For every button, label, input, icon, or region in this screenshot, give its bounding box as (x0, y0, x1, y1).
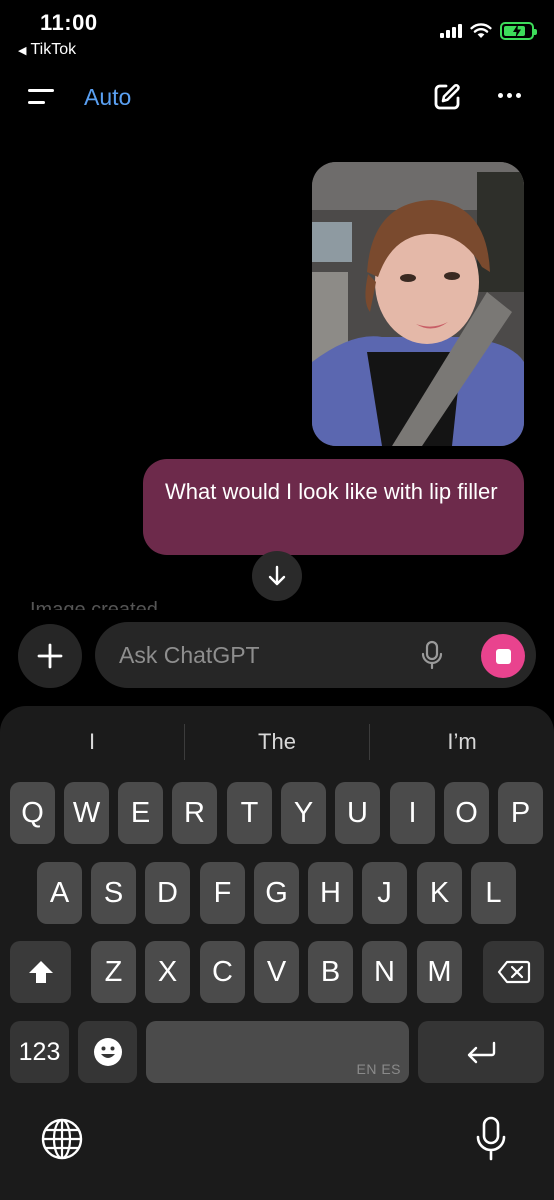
back-triangle-icon: ◀ (18, 44, 27, 57)
emoji-icon (93, 1038, 122, 1066)
key-f[interactable]: F (200, 862, 245, 924)
wifi-icon (470, 23, 492, 38)
attach-button[interactable] (18, 624, 82, 688)
shift-arrow-icon (28, 961, 53, 983)
key-k[interactable]: K (417, 862, 462, 924)
plus-icon (37, 643, 63, 669)
status-time: 11:00 (40, 10, 98, 35)
shift-key[interactable] (10, 941, 71, 1003)
key-i[interactable]: I (390, 782, 435, 844)
key-q[interactable]: Q (10, 782, 55, 844)
voice-input-icon[interactable] (421, 640, 443, 670)
key-m[interactable]: M (417, 941, 462, 1003)
new-chat-icon[interactable] (432, 82, 462, 112)
suggestion-item[interactable]: I (0, 722, 184, 762)
return-key[interactable] (418, 1021, 544, 1083)
emoji-key[interactable] (78, 1021, 137, 1083)
assistant-status-text: Image created (30, 599, 158, 610)
more-options-icon[interactable] (498, 93, 521, 98)
stop-generating-button[interactable] (481, 634, 525, 678)
key-u[interactable]: U (335, 782, 380, 844)
key-t[interactable]: T (227, 782, 272, 844)
message-input[interactable]: Ask ChatGPT (95, 622, 536, 688)
suggestion-item[interactable]: The (185, 722, 369, 762)
key-n[interactable]: N (362, 941, 407, 1003)
predictive-suggestions: I The I’m (0, 722, 554, 762)
key-b[interactable]: B (308, 941, 353, 1003)
key-r[interactable]: R (172, 782, 217, 844)
model-selector[interactable]: Auto (84, 84, 131, 111)
backspace-key[interactable] (483, 941, 544, 1003)
back-to-app-link[interactable]: ◀ TikTok (18, 41, 76, 59)
suggestion-item[interactable]: I’m (370, 722, 554, 762)
globe-icon[interactable] (41, 1118, 83, 1160)
scroll-to-bottom-button[interactable] (252, 551, 302, 601)
back-app-label: TikTok (30, 41, 77, 58)
cellular-signal-icon (440, 24, 462, 38)
key-y[interactable]: Y (281, 782, 326, 844)
message-input-placeholder: Ask ChatGPT (119, 642, 260, 668)
key-d[interactable]: D (145, 862, 190, 924)
key-x[interactable]: X (145, 941, 190, 1003)
key-g[interactable]: G (254, 862, 299, 924)
key-s[interactable]: S (91, 862, 136, 924)
space-language-label: EN ES (356, 1061, 401, 1077)
key-w[interactable]: W (64, 782, 109, 844)
key-l[interactable]: L (471, 862, 516, 924)
key-e[interactable]: E (118, 782, 163, 844)
key-v[interactable]: V (254, 941, 299, 1003)
key-z[interactable]: Z (91, 941, 136, 1003)
sidebar-menu-icon[interactable] (28, 87, 56, 109)
selfie-illustration (312, 162, 524, 446)
uploaded-selfie-image[interactable] (312, 162, 524, 446)
numbers-key[interactable]: 123 (10, 1021, 69, 1083)
dictation-mic-icon[interactable] (476, 1116, 506, 1162)
key-o[interactable]: O (444, 782, 489, 844)
user-message-bubble: What would I look like with lip filler (143, 459, 524, 555)
status-indicators (440, 22, 537, 40)
key-p[interactable]: P (498, 782, 543, 844)
arrow-down-icon (268, 565, 286, 586)
stop-icon (495, 648, 511, 664)
space-key[interactable]: EN ES (146, 1021, 409, 1083)
battery-charging-icon (500, 22, 537, 40)
delete-icon (497, 960, 530, 984)
key-h[interactable]: H (308, 862, 353, 924)
key-j[interactable]: J (362, 862, 407, 924)
return-arrow-icon (467, 1041, 496, 1064)
key-c[interactable]: C (200, 941, 245, 1003)
key-a[interactable]: A (37, 862, 82, 924)
